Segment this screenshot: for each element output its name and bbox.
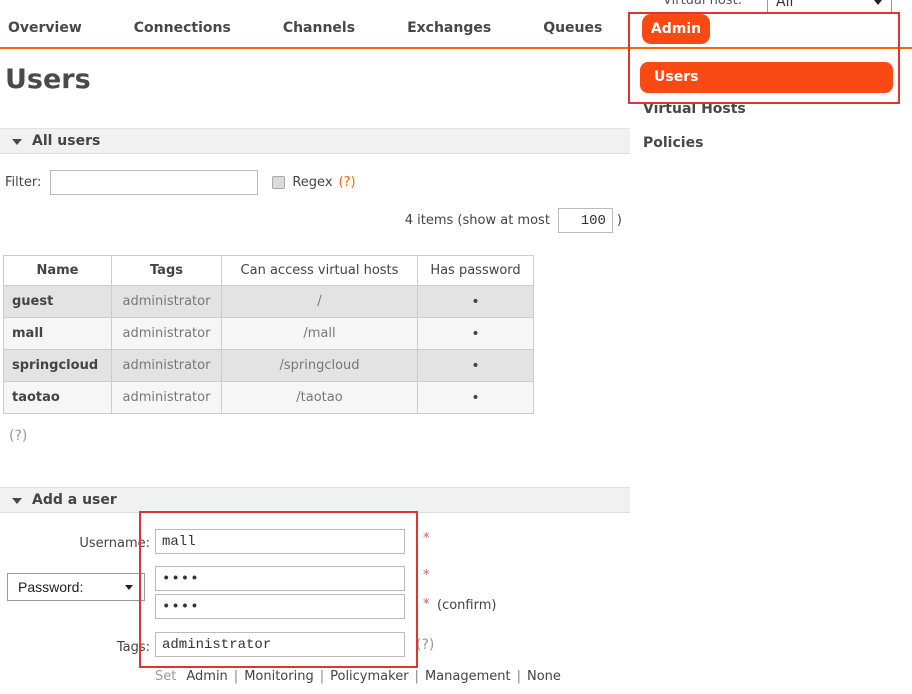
tags-field[interactable] — [155, 632, 405, 657]
user-vhosts: /springcloud — [222, 350, 418, 382]
required-marker: * — [423, 531, 430, 546]
password-type-value: Password: — [18, 579, 83, 595]
user-vhosts: / — [222, 286, 418, 318]
tags-help-link[interactable]: (?) — [416, 637, 434, 653]
tab-admin[interactable]: Admin — [642, 14, 710, 44]
table-row: springcloud administrator /springcloud • — [4, 350, 534, 382]
table-header-row: Name Tags Can access virtual hosts Has p… — [4, 256, 534, 286]
user-name-link[interactable]: mall — [4, 318, 112, 350]
required-marker: * — [423, 568, 430, 583]
tab-connections[interactable]: Connections — [134, 20, 231, 36]
has-password-dot: • — [418, 350, 534, 382]
separator: | — [320, 669, 324, 684]
chevron-down-icon — [874, 0, 882, 5]
items-count-row: 4 items (show at most ) — [0, 208, 622, 233]
table-row: mall administrator /mall • — [4, 318, 534, 350]
required-marker: * — [423, 597, 430, 612]
show-at-most-input[interactable] — [558, 208, 613, 233]
table-help-link[interactable]: (?) — [9, 428, 27, 444]
tag-link-policymaker[interactable]: Policymaker — [330, 669, 408, 684]
user-vhosts: /mall — [222, 318, 418, 350]
tab-exchanges[interactable]: Exchanges — [407, 20, 491, 36]
items-count-text: 4 items (show at most — [405, 213, 550, 228]
all-users-section-header[interactable]: All users — [0, 128, 630, 154]
filter-label: Filter: — [5, 175, 41, 190]
tags-label: Tags: — [40, 640, 150, 655]
tag-link-admin[interactable]: Admin — [186, 669, 227, 684]
add-user-section-label: Add a user — [32, 492, 117, 508]
tag-link-management[interactable]: Management — [425, 669, 511, 684]
sidebar-item-users[interactable]: Users — [640, 62, 893, 93]
filter-row: Filter: Regex (?) — [5, 169, 356, 195]
tab-queues[interactable]: Queues — [543, 20, 602, 36]
virtual-host-label: Virtual host: — [663, 0, 742, 8]
column-header-name: Name — [4, 256, 112, 286]
tag-link-monitoring[interactable]: Monitoring — [244, 669, 314, 684]
sidebar-item-virtual-hosts[interactable]: Virtual Hosts — [643, 101, 746, 117]
items-count-suffix: ) — [617, 213, 622, 228]
collapse-icon — [12, 498, 22, 504]
user-tags: administrator — [112, 350, 222, 382]
chevron-down-icon — [125, 585, 133, 590]
password-confirm-field[interactable] — [155, 594, 405, 619]
set-tags-row: Set Admin | Monitoring | Policymaker | M… — [155, 669, 561, 684]
has-password-dot: • — [418, 286, 534, 318]
user-tags: administrator — [112, 286, 222, 318]
user-tags: administrator — [112, 382, 222, 414]
column-header-tags: Tags — [112, 256, 222, 286]
tag-link-none[interactable]: None — [527, 669, 561, 684]
user-name-link[interactable]: guest — [4, 286, 112, 318]
collapse-icon — [12, 139, 22, 145]
add-user-section-header[interactable]: Add a user — [0, 487, 630, 513]
user-tags: administrator — [112, 318, 222, 350]
users-table: Name Tags Can access virtual hosts Has p… — [3, 255, 534, 414]
table-row: guest administrator / • — [4, 286, 534, 318]
regex-label: Regex — [292, 175, 332, 190]
virtual-host-value: All — [776, 0, 793, 10]
username-label: Username: — [40, 536, 150, 551]
sidebar-item-policies[interactable]: Policies — [643, 135, 703, 151]
user-vhosts: /taotao — [222, 382, 418, 414]
regex-help-link[interactable]: (?) — [339, 175, 356, 190]
password-type-select[interactable]: Password: — [7, 573, 145, 601]
column-header-haspassword: Has password — [418, 256, 534, 286]
virtual-host-select[interactable]: All — [767, 0, 892, 14]
has-password-dot: • — [418, 382, 534, 414]
user-name-link[interactable]: taotao — [4, 382, 112, 414]
tab-overview[interactable]: Overview — [8, 20, 82, 36]
filter-input[interactable] — [50, 170, 258, 195]
nav-underline — [0, 47, 912, 49]
regex-checkbox[interactable] — [272, 176, 285, 189]
all-users-section-label: All users — [32, 133, 100, 149]
separator: | — [517, 669, 521, 684]
table-row: taotao administrator /taotao • — [4, 382, 534, 414]
set-label: Set — [155, 669, 176, 684]
separator: | — [234, 669, 238, 684]
column-header-vhosts: Can access virtual hosts — [222, 256, 418, 286]
tab-channels[interactable]: Channels — [283, 20, 355, 36]
page-title: Users — [5, 64, 91, 95]
has-password-dot: • — [418, 318, 534, 350]
separator: | — [415, 669, 419, 684]
user-name-link[interactable]: springcloud — [4, 350, 112, 382]
nav-tabs: Overview Connections Channels Exchanges … — [8, 20, 602, 36]
username-field[interactable] — [155, 529, 405, 554]
confirm-note: (confirm) — [437, 598, 496, 613]
password-field[interactable] — [155, 566, 405, 591]
